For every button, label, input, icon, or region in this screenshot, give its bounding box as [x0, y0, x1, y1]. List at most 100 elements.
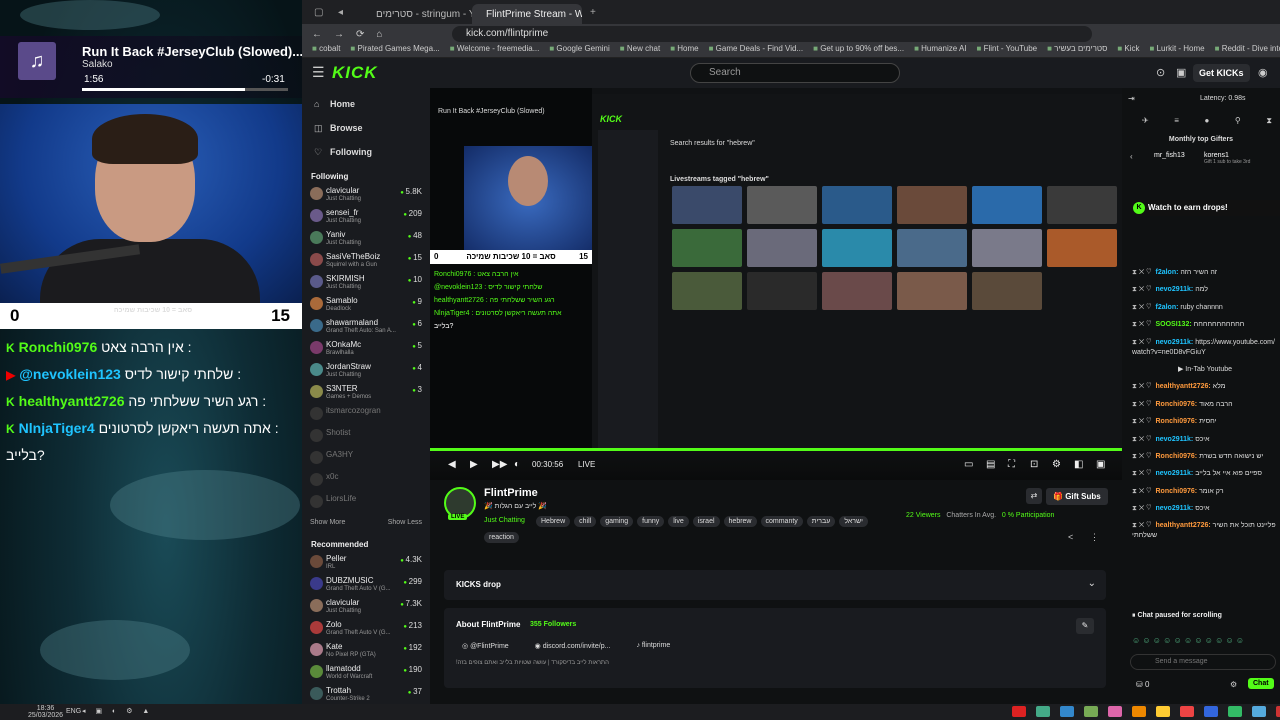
channel-row[interactable]: ZoloGrand Theft Auto V (G... 213: [302, 618, 430, 640]
pin-icon[interactable]: ✈: [1142, 116, 1149, 126]
reload-icon[interactable]: ⟳: [356, 29, 364, 40]
channel-row[interactable]: clavicularJust Chatting 5.8K: [302, 184, 430, 206]
bookmark-item[interactable]: Get up to 90% off bes...: [813, 44, 904, 57]
show-less-button[interactable]: Show Less: [388, 514, 422, 532]
bookmark-item[interactable]: Humanize AI: [914, 44, 966, 57]
channel-row[interactable]: PellerIRL 4.3K: [302, 552, 430, 574]
channel-row[interactable]: SKIRMISHJust Chatting 10: [302, 272, 430, 294]
app-icon[interactable]: [1108, 706, 1122, 717]
channel-row[interactable]: KOnkaMcBrawlhalla 5: [302, 338, 430, 360]
bookmark-item[interactable]: Game Deals - Find Vid...: [709, 44, 803, 57]
nav-item-following[interactable]: ♡ Following: [314, 140, 430, 164]
tray-icons[interactable]: ◂ ▣ ◐ ⚙ ▲: [82, 707, 153, 715]
search-input[interactable]: Search: [690, 63, 900, 83]
chat-send-button[interactable]: Chat: [1248, 678, 1274, 689]
chat-username[interactable]: healthyantt2726:: [1155, 522, 1212, 529]
bookmark-item[interactable]: Kick: [1117, 44, 1139, 57]
chat-username[interactable]: nevo2911k:: [1155, 470, 1195, 477]
chat-username[interactable]: SOOSI132:: [1155, 321, 1193, 328]
app-icon[interactable]: [1204, 706, 1218, 717]
forward-icon[interactable]: ▶▶: [492, 459, 507, 470]
tag[interactable]: ישראל: [839, 516, 868, 527]
chat-input[interactable]: Send a message: [1130, 654, 1276, 670]
chat-username[interactable]: nevo2911k:: [1155, 286, 1195, 293]
volume-icon[interactable]: ◐: [514, 459, 520, 470]
chevron-left-icon[interactable]: ‹: [1130, 152, 1133, 161]
chat-username[interactable]: f2alon:: [1155, 269, 1180, 276]
app-icon[interactable]: [1276, 706, 1280, 717]
channel-row[interactable]: sensei_frJust Chatting 209: [302, 206, 430, 228]
hourglass-icon[interactable]: ⧗: [1266, 116, 1272, 126]
tag[interactable]: reaction: [484, 532, 519, 543]
bookmark-item[interactable]: Lurkit - Home: [1150, 44, 1205, 57]
bookmark-item[interactable]: New chat: [620, 44, 660, 57]
tag[interactable]: israel: [692, 516, 720, 527]
chat-username[interactable]: Ronchi0976:: [1155, 488, 1199, 495]
window-menu-icon[interactable]: ▢: [314, 7, 328, 18]
share-icon[interactable]: <: [1068, 532, 1073, 542]
new-tab-icon[interactable]: +: [590, 7, 596, 18]
taskbar-clock[interactable]: 18:36 25/03/2026: [28, 705, 63, 719]
tag[interactable]: hebrew: [723, 516, 757, 527]
channel-row[interactable]: KateNo Pixel RP (GTA) 192: [302, 640, 430, 662]
emote-row[interactable]: ☺ ☺ ☺ ☺ ☺ ☺ ☺ ☺ ☺ ☺ ☺: [1132, 636, 1244, 645]
channel-row[interactable]: clavicularJust Chatting 7.3K: [302, 596, 430, 618]
channel-row[interactable]: DUBZMUSICGrand Theft Auto V (G... 299: [302, 574, 430, 596]
channel-row[interactable]: shawarmalandGrand Theft Auto: San A... 6: [302, 316, 430, 338]
chat-username[interactable]: Ronchi0976:: [1155, 453, 1199, 460]
kicks-icon[interactable]: ⊙: [1156, 66, 1165, 79]
settings-icon[interactable]: ⚙: [1052, 459, 1061, 470]
chat-username[interactable]: nevo2911k:: [1155, 505, 1195, 512]
tag[interactable]: live: [668, 516, 689, 527]
tiktok-link[interactable]: ♪ flintprime: [636, 642, 670, 650]
chat-username[interactable]: nevo2911k:: [1155, 436, 1195, 443]
nav-item-browse[interactable]: ◫ Browse: [314, 116, 430, 140]
wallet-icon[interactable]: ▣: [1176, 66, 1186, 79]
app-icon[interactable]: [1132, 706, 1146, 717]
discord-link[interactable]: ◉ discord.com/invite/p...: [535, 642, 611, 650]
language-indicator[interactable]: ENG: [66, 708, 81, 715]
play-icon[interactable]: ▶: [470, 459, 478, 470]
app-icon[interactable]: [1180, 706, 1194, 717]
settings-icon[interactable]: ⚙: [1230, 680, 1237, 689]
bookmark-item[interactable]: Welcome - freemedia...: [450, 44, 540, 57]
channel-row[interactable]: GA3HY: [302, 448, 430, 470]
show-more-button[interactable]: Show More: [310, 514, 345, 532]
channel-row[interactable]: llamatoddWorld of Warcraft 190: [302, 662, 430, 684]
channel-row[interactable]: YanivJust Chatting 48: [302, 228, 430, 250]
app-icon[interactable]: [1036, 706, 1050, 717]
kick-logo[interactable]: KICK: [332, 63, 378, 83]
app-icon[interactable]: [1156, 706, 1170, 717]
channel-row[interactable]: SasiVeTheBoizSquirrel with a Gun 15: [302, 250, 430, 272]
channel-row[interactable]: itsmarcozogran: [302, 404, 430, 426]
chat-username[interactable]: Ronchi0976:: [1155, 401, 1199, 408]
nav-item-home[interactable]: ⌂ Home: [314, 92, 430, 116]
tag[interactable]: chill: [574, 516, 597, 527]
streamer-name[interactable]: FlintPrime: [484, 487, 538, 499]
get-kicks-button[interactable]: Get KICKs: [1193, 64, 1250, 82]
app-icon[interactable]: [1252, 706, 1266, 717]
forward-icon[interactable]: →: [334, 29, 344, 40]
gifter-entry[interactable]: korens1 Gift 1 sub to take 3rd: [1204, 152, 1250, 165]
list-icon[interactable]: ≡: [1174, 116, 1179, 126]
chat-icon[interactable]: ●: [1205, 116, 1210, 126]
tab-youtube[interactable]: סטרימים - stringum - YouTube: [362, 4, 472, 24]
bookmark-item[interactable]: Home: [670, 44, 698, 57]
chevron-down-icon[interactable]: ⌄: [1088, 578, 1096, 589]
tag[interactable]: funny: [637, 516, 665, 527]
bookmark-item[interactable]: Flint - YouTube: [977, 44, 1038, 57]
channel-row[interactable]: x0c: [302, 470, 430, 492]
video-player[interactable]: Run It Back #JerseyClub (Slowed) 0 סאב =…: [430, 88, 1122, 448]
menu-icon[interactable]: ☰: [312, 64, 325, 81]
bookmark-item[interactable]: Reddit - Dive into anyt...: [1215, 44, 1280, 57]
chat-username[interactable]: nevo2911k:: [1155, 339, 1195, 346]
channel-row[interactable]: Shotist: [302, 426, 430, 448]
chat-username[interactable]: healthyantt2726:: [1155, 383, 1212, 390]
back-icon[interactable]: ←: [312, 29, 322, 40]
stream-category[interactable]: Just Chatting: [484, 517, 525, 524]
app-icon[interactable]: [1084, 706, 1098, 717]
chat-paused-indicator[interactable]: ⏸ Chat paused for scrolling: [1132, 612, 1222, 620]
tag[interactable]: gaming: [600, 516, 634, 527]
bookmark-item[interactable]: Google Gemini: [549, 44, 609, 57]
home-icon[interactable]: ⌂: [376, 29, 382, 40]
